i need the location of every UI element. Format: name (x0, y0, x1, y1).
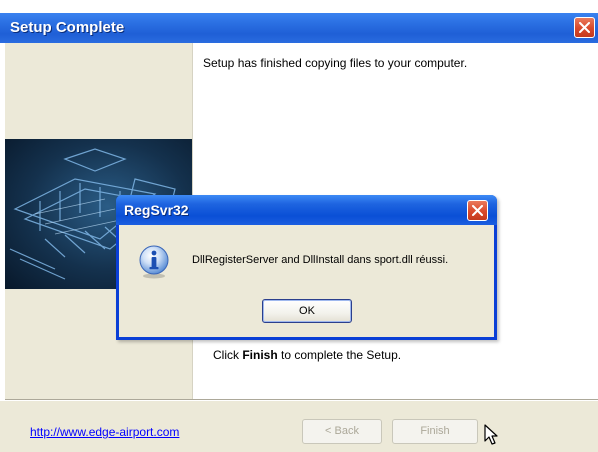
close-icon (472, 205, 483, 216)
wizard-footer: http://www.edge-airport.com < Back Finis… (0, 401, 598, 452)
finish-instruction-prefix: Click (213, 348, 243, 362)
finish-instruction-suffix: to complete the Setup. (277, 348, 402, 362)
setup-close-button[interactable] (574, 17, 595, 38)
setup-message: Setup has finished copying files to your… (203, 56, 468, 70)
back-button[interactable]: < Back (302, 419, 382, 444)
info-icon (139, 245, 169, 279)
ok-button[interactable]: OK (262, 299, 352, 323)
finish-button[interactable]: Finish (392, 419, 478, 444)
dialog-title: RegSvr32 (124, 202, 189, 218)
regsvr32-dialog: RegSvr32 DllRegisterServer and DllInstal… (116, 195, 497, 340)
website-link[interactable]: http://www.edge-airport.com (30, 425, 179, 439)
screen: Setup Complete Setup has finished copyin… (0, 0, 598, 452)
close-icon (579, 22, 590, 33)
finish-instruction: Click Finish to complete the Setup. (213, 348, 401, 362)
setup-window-title: Setup Complete (10, 19, 125, 36)
dialog-titlebar[interactable]: RegSvr32 (116, 195, 497, 225)
dialog-message: DllRegisterServer and DllInstall dans sp… (192, 254, 449, 266)
finish-instruction-emphasis: Finish (242, 348, 278, 362)
dialog-close-button[interactable] (467, 200, 488, 221)
cursor-icon (484, 424, 498, 445)
setup-titlebar[interactable]: Setup Complete (0, 13, 598, 43)
